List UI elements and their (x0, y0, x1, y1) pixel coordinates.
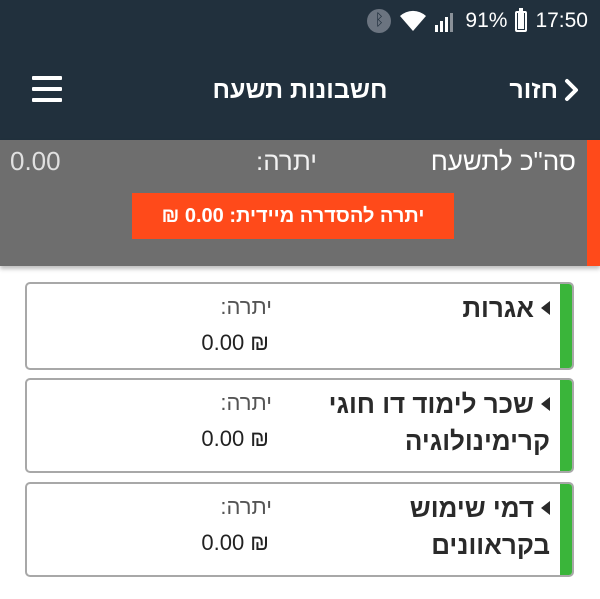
battery-percent: 91% (465, 9, 508, 32)
bluetooth-glyph: ᛒ (374, 12, 385, 29)
summary-balance-value: 0.00 (10, 146, 61, 176)
account-name-text: אגרות (462, 293, 534, 323)
status-icons: ᛒ 91% 17:50 (367, 7, 588, 35)
account-balance-label: יתרה: (220, 390, 272, 415)
menu-line (32, 87, 62, 91)
menu-line (32, 76, 62, 80)
summary-balance-label: יתרה: (256, 146, 318, 176)
menu-line (32, 98, 62, 102)
wifi-icon (400, 10, 427, 31)
account-name: אגרות (300, 290, 550, 327)
immediate-balance-badge: יתרה להסדרה מיידית: 0.00 ₪ (132, 193, 454, 239)
battery-icon (515, 7, 528, 32)
account-name: דמי שימוש בקראוונים (300, 490, 550, 564)
account-card-tuition[interactable]: שכר לימוד דו חוגי קרימינולוגיה יתרה: 0.0… (25, 378, 574, 473)
account-amount: 0.00 ₪ (201, 426, 269, 451)
account-balance-label: יתרה: (220, 494, 272, 519)
account-card-caravans[interactable]: דמי שימוש בקראוונים יתרה: 0.00 ₪ (25, 482, 574, 577)
account-status-bar (560, 484, 572, 575)
caret-left-icon (541, 397, 550, 412)
caret-left-icon (541, 501, 550, 516)
account-balance-label: יתרה: (220, 294, 272, 319)
app-bar: חזור חשבונות תשעח (0, 42, 600, 140)
summary-title: סה"כ לתשעח (430, 146, 576, 176)
account-name: שכר לימוד דו חוגי קרימינולוגיה (300, 386, 550, 460)
signal-icon (435, 13, 454, 32)
battery-fill (518, 13, 525, 29)
hamburger-menu-icon[interactable] (32, 76, 62, 102)
summary-accent-bar (587, 140, 600, 266)
clock: 17:50 (535, 9, 588, 32)
summary-panel: סה"כ לתשעח יתרה: 0.00 יתרה להסדרה מיידית… (0, 140, 600, 266)
account-amount: 0.00 ₪ (201, 330, 269, 355)
account-name-text: שכר לימוד דו חוגי קרימינולוגיה (328, 389, 550, 456)
account-name-text: דמי שימוש בקראוונים (409, 493, 550, 560)
bluetooth-icon: ᛒ (367, 9, 392, 33)
page-title: חשבונות תשעח (212, 76, 388, 104)
account-amount: 0.00 ₪ (201, 530, 269, 555)
account-status-bar (560, 284, 572, 368)
account-status-bar (560, 380, 572, 471)
caret-left-icon (541, 301, 550, 316)
account-card-fees[interactable]: אגרות יתרה: 0.00 ₪ (25, 282, 574, 370)
status-bar: ᛒ 91% 17:50 (0, 0, 600, 42)
